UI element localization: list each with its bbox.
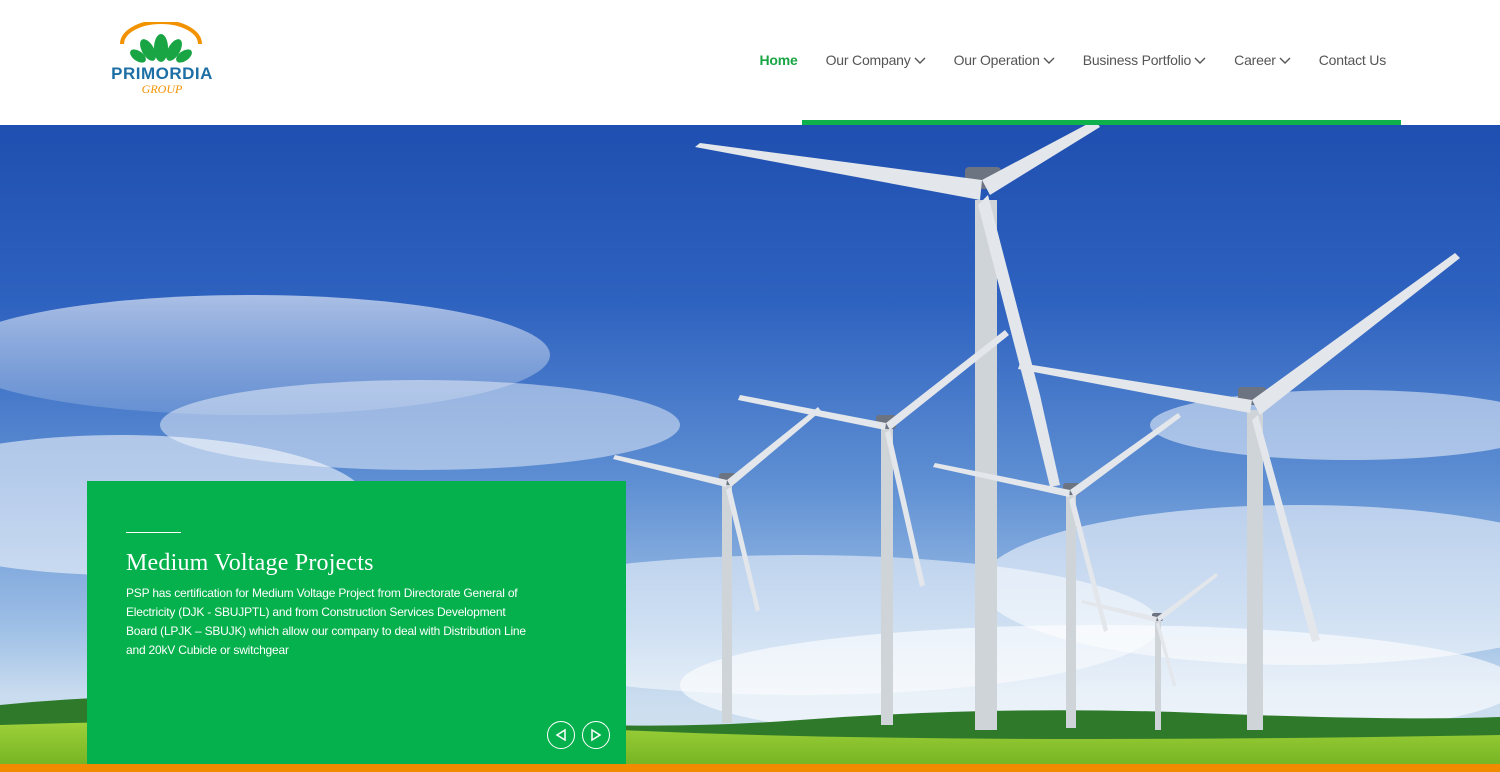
slider-next-button[interactable] xyxy=(582,721,610,749)
nav-label: Career xyxy=(1234,52,1276,68)
chevron-down-icon xyxy=(1194,57,1206,64)
slider-prev-button[interactable] xyxy=(547,721,575,749)
nav-label: Our Company xyxy=(825,52,911,68)
logo-subtitle: GROUP xyxy=(141,82,183,96)
chevron-down-icon xyxy=(914,57,926,64)
site-header: PRIMORDIA GROUP Home Our Company Our Ope… xyxy=(0,0,1500,125)
triangle-right-icon xyxy=(591,728,602,742)
triangle-left-icon xyxy=(555,728,566,742)
nav-item-career[interactable]: Career xyxy=(1234,52,1291,68)
footer-accent-bar xyxy=(0,764,1500,772)
slide-caption-card: Medium Voltage Projects PSP has certific… xyxy=(87,481,626,772)
chevron-down-icon xyxy=(1279,57,1291,64)
nav-item-home[interactable]: Home xyxy=(760,52,798,68)
slide-title: Medium Voltage Projects xyxy=(126,550,374,576)
nav-item-business-portfolio[interactable]: Business Portfolio xyxy=(1083,52,1206,68)
leaf-sun-icon xyxy=(120,22,202,63)
logo-wordmark: PRIMORDIA xyxy=(111,64,213,83)
nav-label: Our Operation xyxy=(953,52,1040,68)
nav-label: Business Portfolio xyxy=(1082,52,1192,68)
nav-label: Home xyxy=(759,52,798,68)
slide-description: PSP has certification for Medium Voltage… xyxy=(126,586,526,657)
chevron-down-icon xyxy=(1043,57,1055,64)
primordia-logo[interactable]: PRIMORDIA GROUP xyxy=(96,22,226,102)
main-nav: Home Our Company Our Operation Business … xyxy=(732,52,1387,68)
nav-item-contact-us[interactable]: Contact Us xyxy=(1319,52,1386,68)
nav-item-our-operation[interactable]: Our Operation xyxy=(954,52,1055,68)
card-divider xyxy=(126,532,181,533)
nav-label: Contact Us xyxy=(1318,52,1386,68)
nav-item-our-company[interactable]: Our Company xyxy=(826,52,926,68)
